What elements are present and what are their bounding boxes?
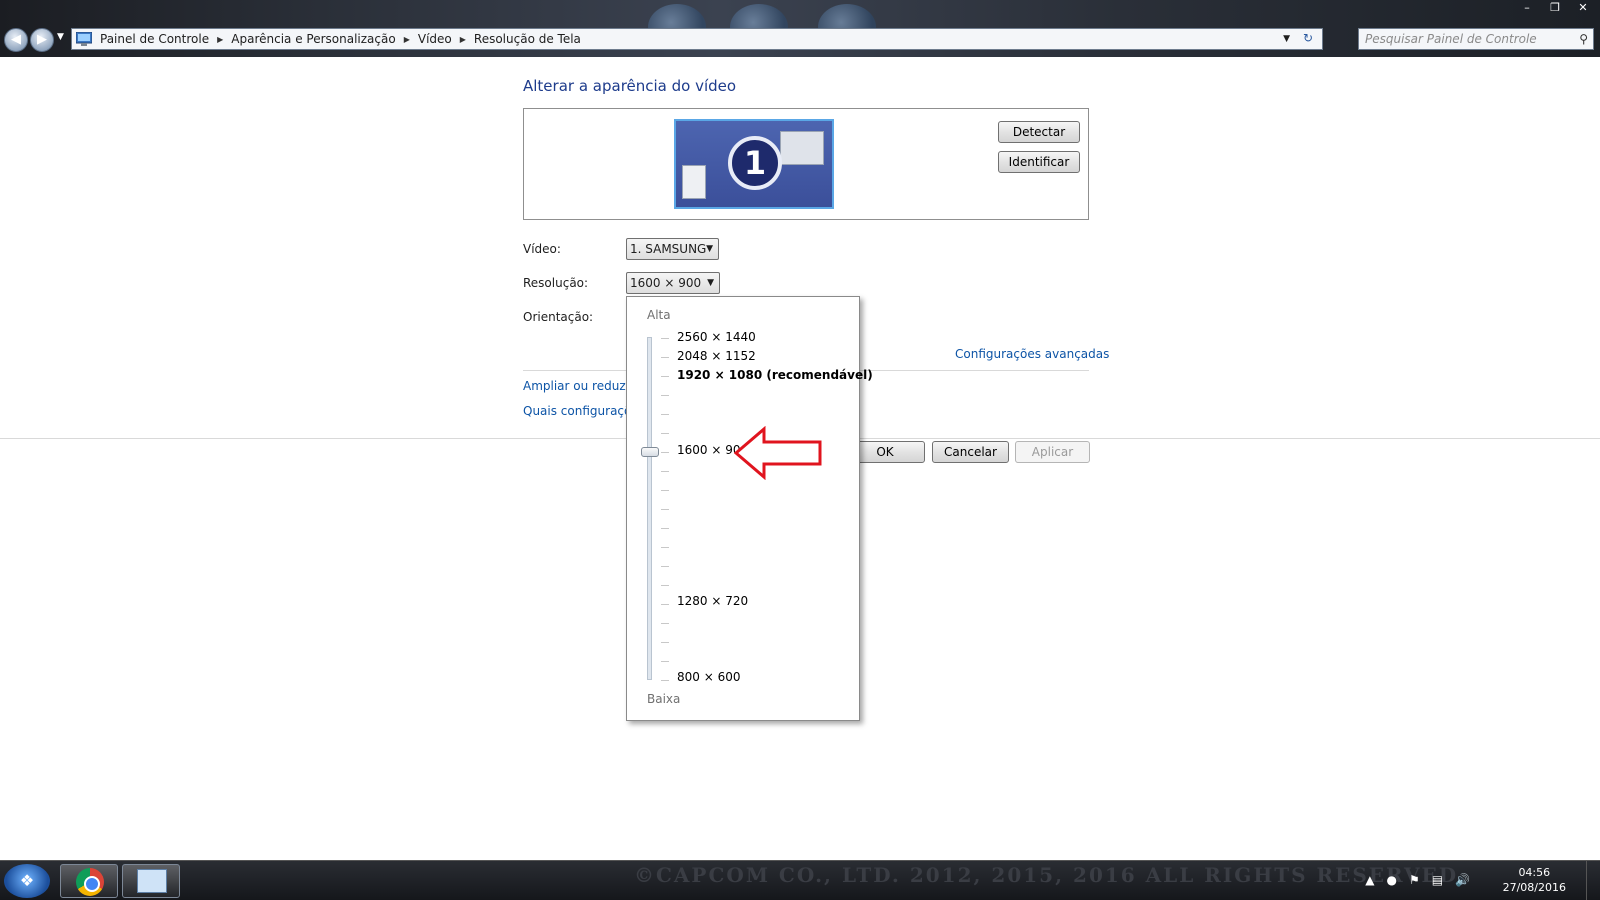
wallpaper-watermark: ©CAPCOM CO., LTD. 2012, 2015, 2016 ALL R… [634, 863, 1459, 887]
slider-tick [661, 604, 669, 605]
resolution-slider-popup[interactable]: Alta 2560 × 1440 2048 × 1152 1920 × 1080… [626, 296, 873, 721]
action-center-flag-icon[interactable]: ⚑ [1409, 873, 1420, 887]
slider-tick [661, 661, 669, 662]
forward-button[interactable]: ▶ [30, 28, 54, 52]
search-icon[interactable]: ⚲ [1579, 29, 1588, 49]
chrome-icon [76, 868, 104, 896]
maximize-button[interactable]: ❐ [1542, 0, 1568, 16]
orientation-label: Orientação: [523, 310, 594, 324]
low-label: Baixa [647, 692, 681, 706]
volume-icon[interactable]: 🔊 [1455, 873, 1470, 887]
clock-time: 04:56 [1518, 866, 1551, 879]
breadcrumb-separator-icon[interactable]: ▶ [460, 35, 466, 44]
display-preview-panel: 1 Detectar Identificar [523, 108, 1089, 220]
slider-tick [661, 376, 669, 377]
high-label: Alta [647, 308, 671, 322]
window-thumbnail-icon [682, 165, 706, 199]
apply-button[interactable]: Aplicar [1015, 441, 1090, 463]
search-placeholder: Pesquisar Painel de Controle [1365, 32, 1537, 46]
refresh-icon[interactable]: ↻ [1298, 31, 1318, 47]
slider-tick [661, 433, 669, 434]
resolution-option[interactable]: 2560 × 1440 [677, 330, 756, 344]
resolution-option[interactable]: 2048 × 1152 [677, 349, 756, 363]
resolution-option-recommended[interactable]: 1920 × 1080 (recomendável) [677, 368, 873, 382]
resolution-label: Resolução: [523, 276, 589, 290]
start-button[interactable]: ❖ [4, 864, 50, 898]
monitor-number-badge: 1 [728, 136, 782, 190]
advanced-settings-link[interactable]: Configurações avançadas [955, 347, 1109, 361]
clock[interactable]: 04:56 27/08/2016 [1503, 865, 1566, 895]
slider-tick [661, 509, 669, 510]
resolution-slider-track[interactable] [647, 337, 652, 680]
network-app-icon[interactable]: ● [1386, 873, 1396, 887]
taskbar: ❖ ©CAPCOM CO., LTD. 2012, 2015, 2016 ALL… [0, 860, 1600, 900]
annotation-arrow-icon [734, 426, 822, 480]
slider-tick [661, 395, 669, 396]
window-controls: – ❐ ✕ [1514, 0, 1596, 16]
display-select[interactable]: 1. SAMSUNG ▼ [626, 238, 719, 260]
slider-tick [661, 642, 669, 643]
enlarge-text-link[interactable]: Ampliar ou reduzir t [523, 379, 642, 393]
resolution-select-value: 1600 × 900 [630, 276, 702, 290]
detect-button[interactable]: Detectar [998, 121, 1080, 143]
slider-tick [661, 585, 669, 586]
back-button[interactable]: ◀ [4, 28, 28, 52]
slider-tick [661, 452, 669, 453]
chevron-down-icon: ▼ [707, 278, 714, 288]
control-panel-icon [137, 869, 167, 893]
control-panel-icon [76, 32, 92, 46]
show-hidden-icons-icon[interactable]: ▲ [1365, 873, 1374, 887]
slider-tick [661, 680, 669, 681]
recent-pages-dropdown[interactable]: ▼ [57, 32, 64, 42]
resolution-select[interactable]: 1600 × 900 ▼ [626, 272, 720, 294]
window-thumbnail-icon [780, 131, 824, 165]
chevron-down-icon: ▼ [706, 244, 713, 254]
breadcrumb-appearance[interactable]: Aparência e Personalização [231, 32, 395, 46]
search-input[interactable]: Pesquisar Painel de Controle ⚲ [1358, 28, 1594, 50]
address-dropdown-icon[interactable]: ▼ [1283, 34, 1290, 44]
breadcrumb-separator-icon[interactable]: ▶ [217, 35, 223, 44]
network-icon[interactable]: ▤ [1432, 873, 1443, 887]
slider-tick [661, 490, 669, 491]
resolution-option[interactable]: 1280 × 720 [677, 594, 748, 608]
slider-tick [661, 338, 669, 339]
breadcrumb-separator-icon[interactable]: ▶ [404, 35, 410, 44]
resolution-option[interactable]: 800 × 600 [677, 670, 741, 684]
window-titlebar: – ❐ ✕ ◀ ▶ ▼ Painel de Controle ▶ Aparênc… [0, 0, 1600, 57]
breadcrumb-control-panel[interactable]: Painel de Controle [100, 32, 209, 46]
slider-tick [661, 566, 669, 567]
display-label: Vídeo: [523, 242, 561, 256]
slider-tick [661, 623, 669, 624]
resolution-slider-thumb[interactable] [641, 447, 659, 457]
minimize-button[interactable]: – [1514, 0, 1540, 16]
identify-button[interactable]: Identificar [998, 151, 1080, 173]
address-bar[interactable]: Painel de Controle ▶ Aparência e Persona… [71, 28, 1323, 50]
breadcrumb-display[interactable]: Vídeo [418, 32, 452, 46]
page-title: Alterar a aparência do vídeo [523, 77, 737, 95]
taskbar-control-panel[interactable] [122, 864, 180, 898]
slider-tick [661, 547, 669, 548]
close-button[interactable]: ✕ [1570, 0, 1596, 16]
slider-tick [661, 357, 669, 358]
slider-tick [661, 471, 669, 472]
clock-date: 27/08/2016 [1502, 881, 1566, 894]
show-desktop-button[interactable] [1586, 861, 1600, 900]
monitor-preview[interactable]: 1 [674, 119, 834, 209]
cancel-button[interactable]: Cancelar [932, 441, 1009, 463]
taskbar-chrome[interactable] [60, 864, 118, 898]
slider-tick [661, 528, 669, 529]
display-select-value: 1. SAMSUNG [630, 242, 707, 256]
slider-tick [661, 414, 669, 415]
which-settings-link[interactable]: Quais configuraçõe [523, 404, 639, 418]
breadcrumb-screen-resolution[interactable]: Resolução de Tela [474, 32, 581, 46]
system-tray: ▲ ● ⚑ ▤ 🔊 [1365, 873, 1470, 887]
